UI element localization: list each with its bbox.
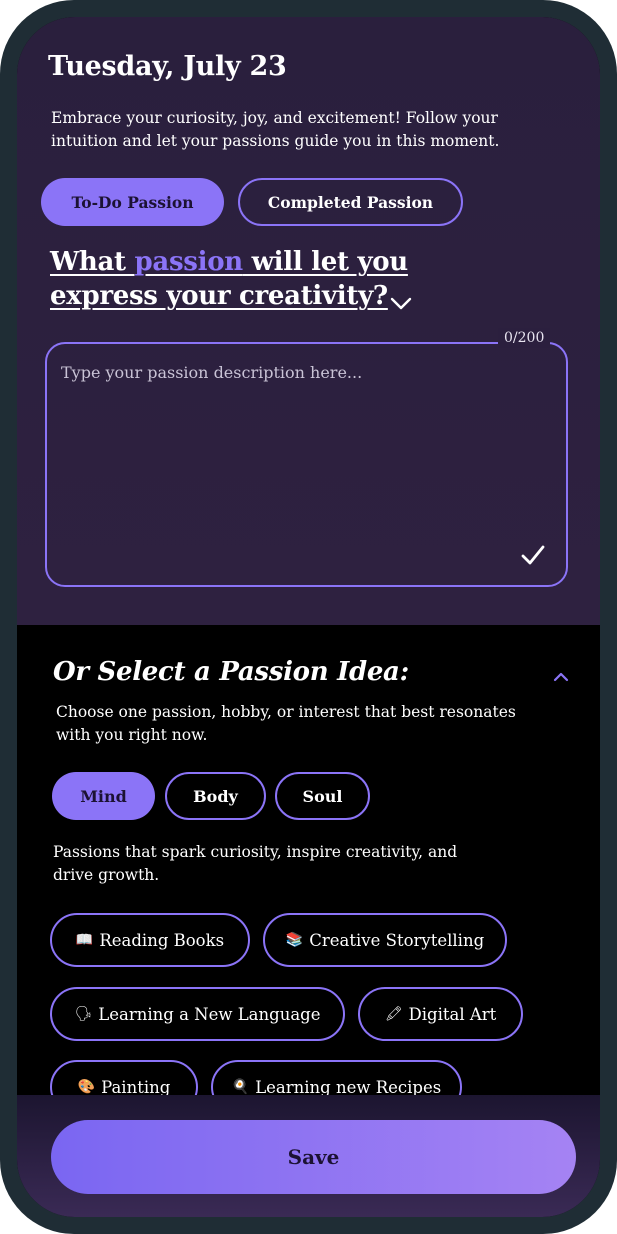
chip-label: Digital Art	[408, 1004, 497, 1024]
entry-panel: Tuesday, July 23 Embrace your curiosity,…	[17, 17, 600, 625]
intro-text: Embrace your curiosity, joy, and excitem…	[51, 109, 500, 150]
prompt-prefix: What	[50, 247, 135, 277]
chip-label: Painting	[101, 1077, 171, 1097]
open-book-icon: 📖	[75, 932, 94, 948]
prompt-accent-word: passion	[134, 247, 244, 277]
prompt-suffix: will let you	[242, 247, 409, 277]
category-body[interactable]: Body	[165, 772, 266, 820]
phone-frame: Tuesday, July 23 Embrace your curiosity,…	[0, 0, 617, 1234]
tab-completed-passion[interactable]: Completed Passion	[238, 178, 463, 226]
passion-chip-reading-books[interactable]: 📖 Reading Books	[50, 913, 250, 967]
chef-icon: 🍳	[231, 1079, 250, 1095]
chevron-up-icon[interactable]	[552, 671, 570, 683]
category-soul[interactable]: Soul	[275, 772, 370, 820]
chevron-down-icon[interactable]	[389, 293, 413, 313]
prompt-line-2: express your creativity?	[50, 281, 388, 311]
chip-label: Learning new Recipes	[255, 1077, 442, 1097]
chip-label: Learning a New Language	[98, 1004, 321, 1024]
palette-icon: 🎨	[77, 1079, 96, 1095]
checkmark-icon[interactable]	[520, 544, 546, 566]
category-mind[interactable]: Mind	[52, 772, 155, 820]
page-title: Tuesday, July 23	[48, 51, 287, 82]
speech-bubble-icon: 🗣	[74, 1006, 93, 1022]
books-icon: 📚	[285, 932, 304, 948]
save-button[interactable]: Save	[51, 1120, 576, 1194]
prompt-question[interactable]: What passion will let you express your cr…	[50, 245, 408, 313]
category-description: Passions that spark curiosity, inspire c…	[53, 843, 458, 884]
crayon-icon: 🖍	[384, 1006, 403, 1022]
ideas-subtitle: Choose one passion, hobby, or interest t…	[56, 703, 516, 744]
character-counter: 0/200	[498, 328, 551, 348]
passion-chip-creative-storytelling[interactable]: 📚 Creative Storytelling	[263, 913, 507, 967]
ideas-title: Or Select a Passion Idea:	[53, 657, 409, 687]
passion-chip-digital-art[interactable]: 🖍 Digital Art	[358, 987, 523, 1041]
tab-todo-passion[interactable]: To-Do Passion	[41, 178, 224, 226]
passion-chip-learning-language[interactable]: 🗣 Learning a New Language	[50, 987, 345, 1041]
app-screen: Tuesday, July 23 Embrace your curiosity,…	[17, 17, 600, 1217]
chip-label: Creative Storytelling	[309, 930, 485, 950]
description-placeholder[interactable]: Type your passion description here...	[61, 363, 362, 382]
chip-label: Reading Books	[99, 930, 225, 950]
